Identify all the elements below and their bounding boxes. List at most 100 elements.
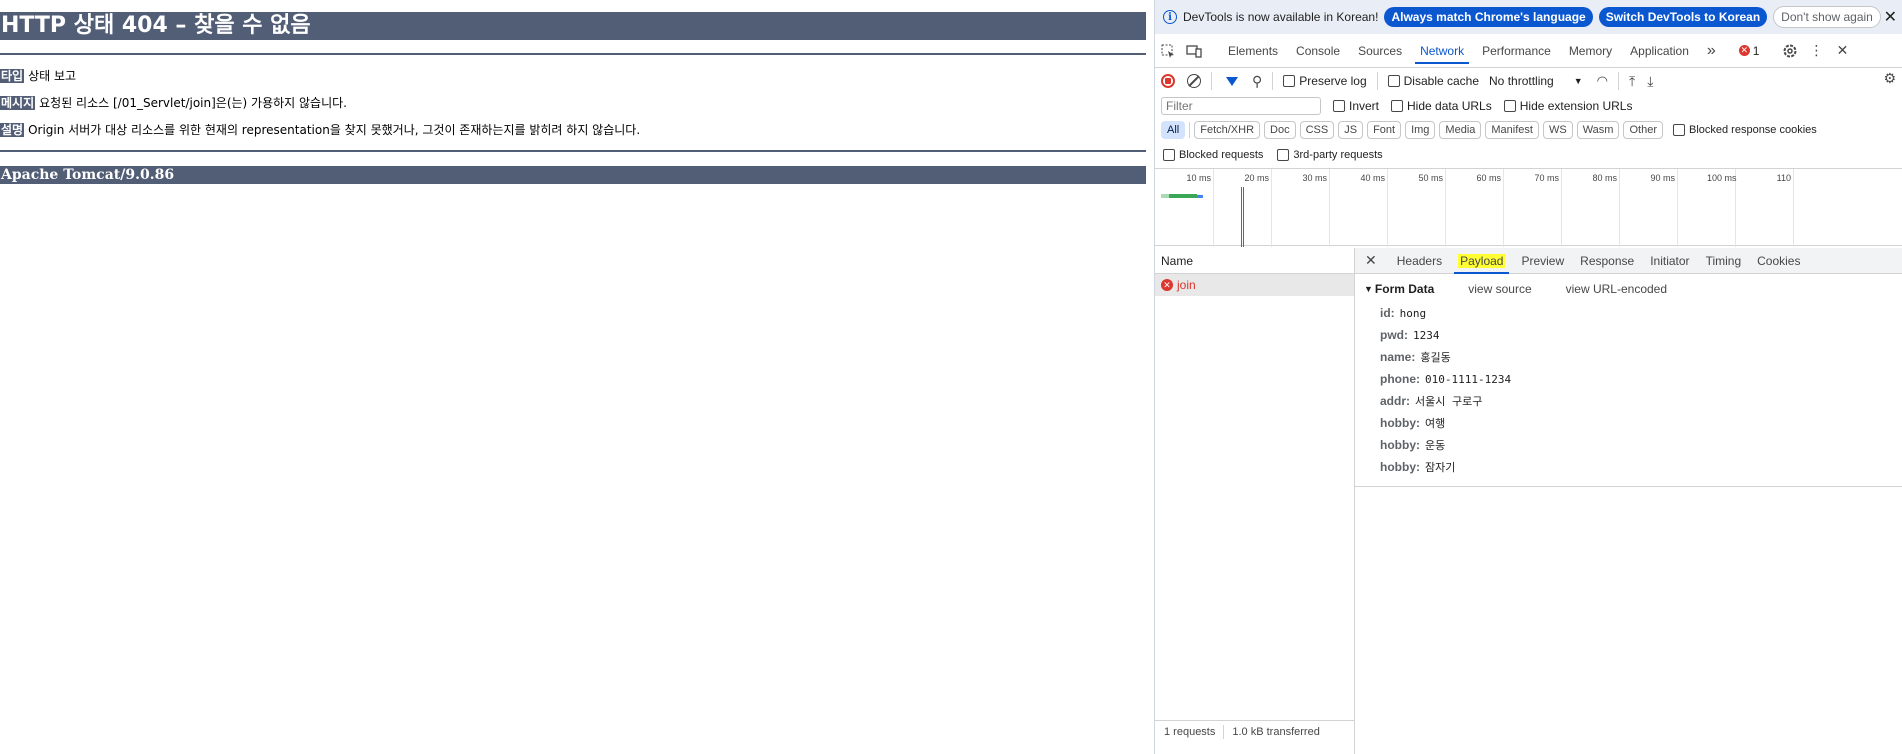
timeline-gridline [1387, 169, 1388, 247]
tab-memory[interactable]: Memory [1560, 34, 1621, 68]
type-filter-manifest[interactable]: Manifest [1485, 121, 1539, 139]
type-filter-css[interactable]: CSS [1299, 121, 1335, 139]
tab-timing[interactable]: Timing [1698, 248, 1750, 274]
type-filter-js[interactable]: JS [1338, 121, 1364, 139]
device-toolbar-icon[interactable] [1181, 38, 1207, 64]
timeline-tick-label: 90 ms [1650, 173, 1675, 183]
form-field-value: 010-1111-1234 [1425, 373, 1512, 386]
network-conditions-icon[interactable]: ◠ [1597, 73, 1608, 89]
network-settings-icon[interactable]: ⚙ [1883, 70, 1896, 87]
description-line: 설명 Origin 서버가 대상 리소스를 위한 현재의 representati… [0, 122, 640, 138]
tab-payload-label: Payload [1458, 253, 1506, 268]
more-tabs-icon[interactable]: » [1698, 34, 1725, 68]
close-devtools-icon[interactable]: ✕ [1829, 38, 1855, 64]
tab-application[interactable]: Application [1621, 34, 1698, 68]
close-icon[interactable]: ✕ [1884, 7, 1897, 27]
third-party-requests-label: 3rd-party requests [1293, 149, 1383, 161]
form-field-key: hobby: [1380, 416, 1420, 430]
timeline-tick-label: 80 ms [1592, 173, 1617, 183]
tab-sources[interactable]: Sources [1349, 34, 1411, 68]
match-language-button[interactable]: Always match Chrome's language [1384, 7, 1593, 27]
filter-input[interactable] [1161, 97, 1321, 115]
form-field-key: pwd: [1380, 328, 1408, 342]
blocked-requests-checkbox[interactable]: Blocked requests [1163, 149, 1263, 161]
import-har-icon[interactable]: ⤒ [1629, 73, 1635, 90]
form-data-row: pwd: 1234 [1380, 324, 1902, 346]
checkbox-box[interactable] [1391, 100, 1404, 112]
tab-initiator[interactable]: Initiator [1642, 248, 1697, 274]
checkbox-box[interactable] [1672, 124, 1685, 136]
form-field-value: hong [1399, 307, 1427, 320]
tab-console[interactable]: Console [1287, 34, 1349, 68]
separator [1211, 72, 1212, 90]
invert-checkbox[interactable]: Invert [1333, 99, 1379, 113]
inspect-element-icon[interactable] [1155, 38, 1181, 64]
view-url-encoded-link[interactable]: view URL-encoded [1566, 282, 1667, 296]
type-filter-all[interactable]: All [1161, 121, 1186, 139]
timeline-tick-label: 110 [1776, 173, 1791, 183]
form-data-row: hobby: 잠자기 [1380, 456, 1902, 478]
tab-preview[interactable]: Preview [1513, 248, 1572, 274]
expand-triangle-icon[interactable]: ▼ [1364, 284, 1373, 294]
hide-data-urls-checkbox[interactable]: Hide data URLs [1391, 99, 1492, 113]
type-filter-wasm[interactable]: Wasm [1576, 121, 1620, 139]
server-footer: Apache Tomcat/9.0.86 [0, 166, 1146, 184]
throttling-value: No throttling [1489, 74, 1554, 88]
tab-cookies[interactable]: Cookies [1749, 248, 1808, 274]
network-toolbar: ⚲ Preserve log Disable cache No throttli… [1155, 68, 1902, 94]
checkbox-box[interactable] [1503, 100, 1516, 112]
search-icon[interactable]: ⚲ [1252, 73, 1262, 90]
clear-icon[interactable] [1187, 74, 1201, 88]
disable-cache-checkbox[interactable]: Disable cache [1387, 74, 1479, 88]
type-filter-font[interactable]: Font [1367, 121, 1402, 139]
type-filter-img[interactable]: Img [1405, 121, 1436, 139]
filter-icon[interactable] [1226, 76, 1238, 86]
form-data-section-header[interactable]: ▼ Form Data view source view URL-encoded [1364, 282, 1902, 296]
tab-performance[interactable]: Performance [1473, 34, 1560, 68]
timeline-tick-label: 30 ms [1302, 173, 1327, 183]
error-page: HTTP 상태 404 – 찾을 수 없음 타입 상태 보고 메시지 요청된 리소스… [0, 0, 1148, 754]
tab-network[interactable]: Network [1411, 34, 1473, 68]
timeline-tick-label: 10 ms [1186, 173, 1211, 183]
checkbox-box[interactable] [1277, 149, 1290, 161]
detail-tabbar: ✕ Headers Payload Preview Response Initi… [1355, 248, 1902, 274]
view-source-link[interactable]: view source [1468, 282, 1531, 296]
settings-gear-icon[interactable] [1777, 38, 1803, 64]
third-party-requests-checkbox[interactable]: 3rd-party requests [1277, 149, 1383, 161]
request-name: join [1177, 278, 1196, 292]
checkbox-box[interactable] [1333, 100, 1345, 112]
hide-extension-urls-checkbox[interactable]: Hide extension URLs [1503, 99, 1632, 113]
divider [0, 53, 1146, 55]
close-detail-icon[interactable]: ✕ [1365, 252, 1377, 269]
record-icon[interactable] [1161, 74, 1175, 88]
divider [0, 150, 1146, 152]
name-column-header[interactable]: Name [1155, 248, 1354, 274]
more-options-icon[interactable]: ⋮ [1803, 38, 1829, 64]
type-filter-fetch-xhr[interactable]: Fetch/XHR [1194, 121, 1261, 139]
tab-response[interactable]: Response [1572, 248, 1642, 274]
checkbox-box[interactable] [1163, 149, 1175, 161]
export-har-icon[interactable]: ⤓ [1647, 73, 1653, 90]
form-data-title: Form Data [1374, 282, 1435, 296]
preserve-log-checkbox[interactable]: Preserve log [1283, 74, 1367, 88]
timeline-bar-queue [1161, 194, 1169, 198]
timeline-tick-label: 100 ms [1707, 173, 1737, 183]
checkbox-box[interactable] [1387, 75, 1400, 87]
switch-language-button[interactable]: Switch DevTools to Korean [1598, 7, 1768, 27]
dont-show-again-button[interactable]: Don't show again [1773, 6, 1881, 28]
timeline-tick-label: 50 ms [1418, 173, 1443, 183]
network-overview-timeline[interactable]: 10 ms 20 ms 30 ms 40 ms 50 ms 60 ms 70 ms 80 ms… [1155, 168, 1902, 247]
blocked-response-cookies-checkbox[interactable]: Blocked response cookies [1672, 124, 1817, 136]
form-data-row: hobby: 운동 [1380, 434, 1902, 456]
request-row[interactable]: ✕ join [1155, 274, 1354, 296]
tab-payload[interactable]: Payload [1450, 248, 1513, 274]
type-filter-ws[interactable]: WS [1542, 121, 1573, 139]
tab-headers[interactable]: Headers [1389, 248, 1450, 274]
error-counter[interactable]: ✕ 1 [1738, 44, 1759, 58]
type-filter-other[interactable]: Other [1623, 121, 1663, 139]
checkbox-box[interactable] [1283, 75, 1296, 87]
type-filter-doc[interactable]: Doc [1264, 121, 1296, 139]
throttling-select[interactable]: No throttling ▼ [1489, 74, 1583, 88]
tab-elements[interactable]: Elements [1219, 34, 1287, 68]
type-filter-media[interactable]: Media [1439, 121, 1482, 139]
